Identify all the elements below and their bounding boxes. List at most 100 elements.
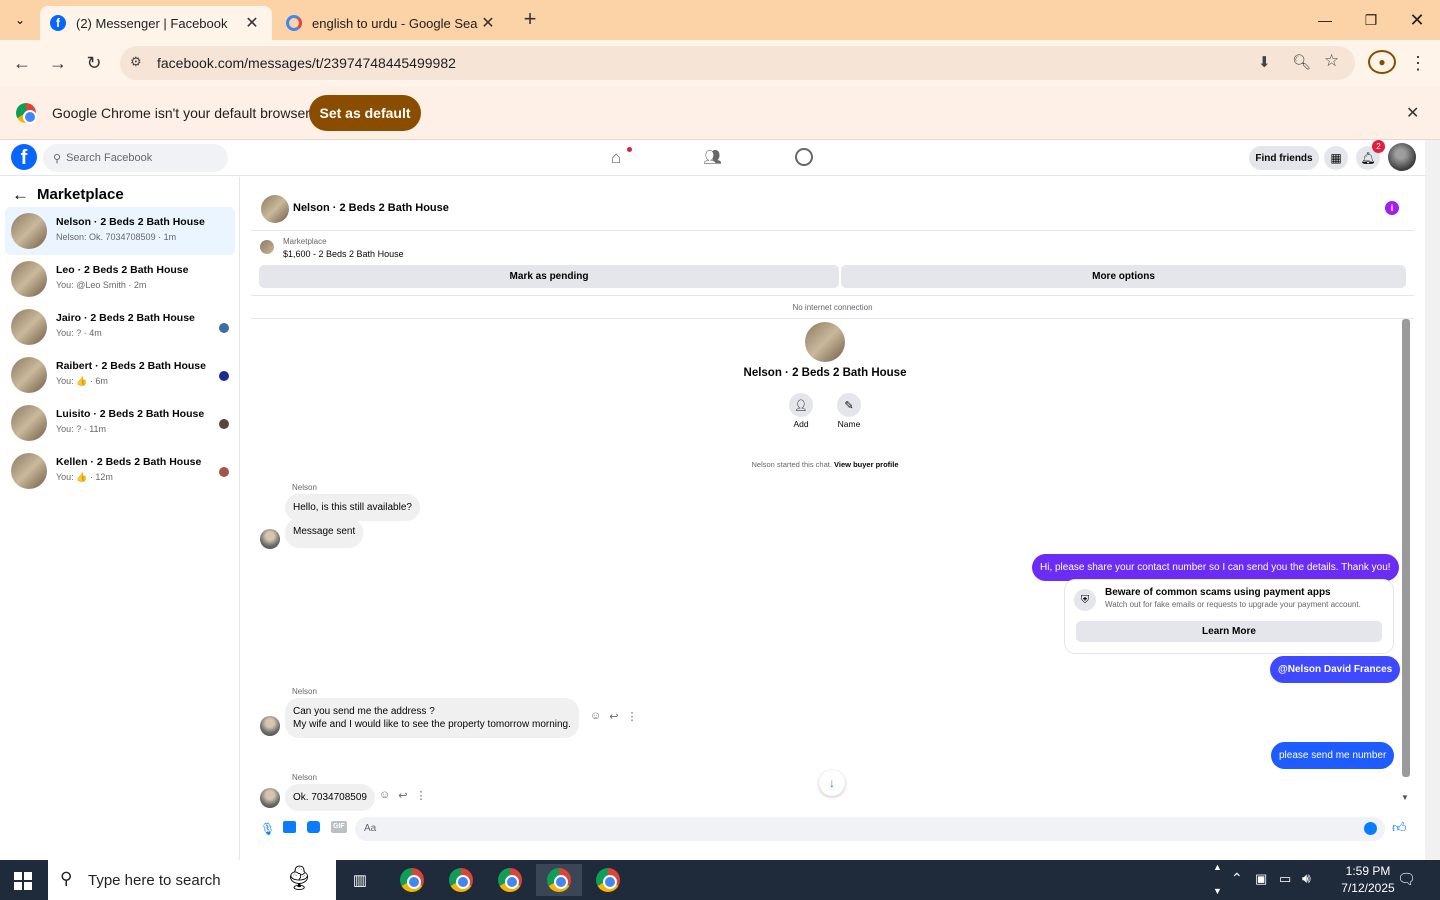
set-as-default-button[interactable]: Set as default (309, 95, 421, 131)
message-line: Can you send me the address ? (293, 706, 435, 717)
reply-icon[interactable]: ↩ (398, 789, 407, 802)
minimize-icon[interactable]: — (1302, 0, 1348, 40)
add-person-icon[interactable]: 👤︎ (789, 393, 813, 417)
close-tab-icon[interactable]: ✕ (478, 13, 498, 33)
message-outgoing[interactable]: Hi, please share your contact number so … (1032, 554, 1399, 581)
taskbar-scroll-down-icon[interactable]: ▼ (1213, 886, 1222, 896)
profile-icon[interactable]: ● (1368, 50, 1396, 74)
sender-avatar[interactable] (260, 788, 280, 808)
scroll-down-arrow-icon[interactable]: ↓ (819, 770, 845, 796)
more-menu-icon[interactable]: ⋮ (1404, 49, 1432, 77)
chat-scrollbar[interactable] (1402, 319, 1410, 777)
profile-avatar[interactable] (805, 322, 845, 362)
friends-icon[interactable]: 👥︎ (703, 148, 722, 166)
message-incoming[interactable]: Message sent (285, 518, 364, 548)
reply-icon[interactable]: ↩ (609, 710, 618, 723)
restore-icon[interactable]: ❐ (1348, 0, 1394, 40)
taskbar-date[interactable]: 7/12/2025 (1329, 881, 1407, 895)
volume-icon[interactable]: 🔊︎ (1302, 870, 1311, 887)
conversation-item[interactable]: Raibert · 2 Beds 2 Bath House You: 👍 · 6m (5, 351, 235, 399)
install-app-icon[interactable]: ⬇ (1258, 53, 1271, 71)
message-actions: ☺ ↩ ⋮ (379, 789, 426, 802)
thumbs-up-like-icon[interactable]: 👍︎ (1392, 819, 1407, 836)
listing-price[interactable]: $1,600 - 2 Beds 2 Bath House (283, 249, 404, 259)
close-window-icon[interactable]: ✕ (1394, 0, 1440, 40)
taskbar-search-box[interactable]: ⚲ Type here to search 🍨︎ (48, 860, 336, 900)
react-emoji-icon[interactable]: ☺ (590, 710, 601, 723)
started-text: Nelson started this chat. (751, 460, 832, 469)
composer: 🎙︎ GIF Aa 👍︎ (251, 815, 1414, 845)
listing-thumbnail (11, 309, 47, 345)
conversation-item[interactable]: Kellen · 2 Beds 2 Bath House You: 👍 · 12m (5, 447, 235, 495)
listing-thumbnail (11, 453, 47, 489)
page-scrollbar[interactable] (1425, 140, 1440, 860)
taskbar-search-placeholder: Type here to search (88, 872, 221, 889)
sticker-icon[interactable] (307, 821, 320, 833)
network-icon[interactable]: ▭ (1279, 871, 1291, 887)
sender-name: Nelson (292, 687, 317, 696)
message-outgoing[interactable]: please send me number (1271, 742, 1395, 769)
back-icon[interactable]: ← (8, 49, 36, 77)
listing-thumbnail[interactable] (260, 240, 274, 254)
meet-now-icon[interactable]: ▣ (1255, 871, 1267, 887)
microphone-icon[interactable]: 🎙︎ (260, 822, 275, 836)
reload-icon[interactable]: ↻ (80, 49, 108, 77)
info-icon[interactable]: i (1385, 201, 1399, 215)
view-buyer-profile-link[interactable]: View buyer profile (834, 460, 898, 469)
chat-avatar[interactable] (261, 195, 289, 223)
address-bar[interactable]: ⚙ facebook.com/messages/t/23974748445499… (120, 46, 1355, 80)
message-outgoing-mention[interactable]: @Nelson David Frances (1270, 656, 1401, 683)
taskbar-chrome-icon[interactable] (438, 864, 484, 896)
taskbar-chrome-icon[interactable] (487, 864, 533, 896)
mark-as-pending-button[interactable]: Mark as pending (259, 265, 839, 288)
edit-name-pencil-icon[interactable]: ✎ (837, 393, 861, 417)
more-options-button[interactable]: More options (841, 265, 1406, 288)
account-avatar[interactable] (1388, 143, 1416, 171)
taskbar-chrome-icon[interactable] (536, 864, 582, 896)
conversation-item[interactable]: Luisito · 2 Beds 2 Bath House You: ? · 11… (5, 399, 235, 447)
conversation-item[interactable]: Leo · 2 Beds 2 Bath House You: @Leo Smith… (5, 255, 235, 303)
react-emoji-icon[interactable]: ☺ (379, 789, 390, 802)
taskbar-chrome-icon[interactable] (389, 864, 435, 896)
gif-icon[interactable]: GIF (331, 821, 347, 833)
find-friends-button[interactable]: Find friends (1249, 146, 1319, 170)
message-incoming[interactable]: Can you send me the address ? My wife an… (285, 698, 579, 738)
tab-messenger[interactable]: f (2) Messenger | Facebook ✕ (40, 6, 272, 40)
listing-thumbnail (11, 405, 47, 441)
more-actions-icon[interactable]: ⋮ (626, 710, 637, 723)
sender-avatar[interactable] (260, 716, 280, 736)
show-hidden-icons-chevron-icon[interactable]: ⌃ (1231, 870, 1243, 887)
site-info-icon[interactable]: ⚙ (130, 54, 142, 70)
close-tab-icon[interactable]: ✕ (242, 13, 262, 33)
menu-grid-icon[interactable]: ▦ (1324, 146, 1348, 170)
default-browser-banner: Google Chrome isn't your default browser… (0, 86, 1440, 140)
windows-start-icon[interactable] (14, 872, 32, 890)
notification-center-icon[interactable]: 🗨︎ (1397, 870, 1416, 888)
tab-search-chevron-icon[interactable]: ⌄ (8, 8, 32, 32)
message-incoming[interactable]: Ok. 7034708509 (285, 784, 375, 811)
photo-icon[interactable] (283, 821, 296, 833)
forward-icon[interactable]: → (44, 49, 72, 77)
taskbar-chrome-icon[interactable] (585, 864, 631, 896)
close-banner-icon[interactable]: ✕ (1406, 103, 1419, 123)
zoom-icon[interactable]: 🔍︎ (1292, 53, 1311, 71)
new-tab-icon[interactable]: + (518, 8, 542, 32)
back-arrow-icon[interactable]: ← (12, 185, 29, 205)
task-view-icon[interactable]: ▥ (337, 864, 383, 896)
groups-icon[interactable] (795, 148, 813, 166)
emoji-icon[interactable] (1364, 822, 1377, 835)
taskbar-scroll-up-icon[interactable]: ▲ (1213, 862, 1222, 872)
taskbar-time[interactable]: 1:59 PM (1333, 864, 1403, 878)
scrollbar-down-arrow-icon[interactable]: ▼ (1401, 793, 1409, 802)
message-incoming[interactable]: Hello, is this still available? (285, 494, 420, 521)
message-input[interactable]: Aa (355, 817, 1385, 841)
tab-google-search[interactable]: english to urdu - Google Search ✕ (276, 6, 508, 40)
more-actions-icon[interactable]: ⋮ (415, 789, 426, 802)
conversation-item[interactable]: Nelson · 2 Beds 2 Bath House Nelson: Ok. … (5, 207, 235, 255)
facebook-search-input[interactable]: ⚲ Search Facebook (43, 144, 228, 172)
learn-more-button[interactable]: Learn More (1076, 621, 1382, 642)
facebook-logo-icon[interactable]: f (11, 144, 37, 170)
conversation-item[interactable]: Jairo · 2 Beds 2 Bath House You: ? · 4m (5, 303, 235, 351)
sender-avatar[interactable] (260, 529, 280, 549)
bookmark-star-icon[interactable]: ☆ (1324, 51, 1339, 71)
